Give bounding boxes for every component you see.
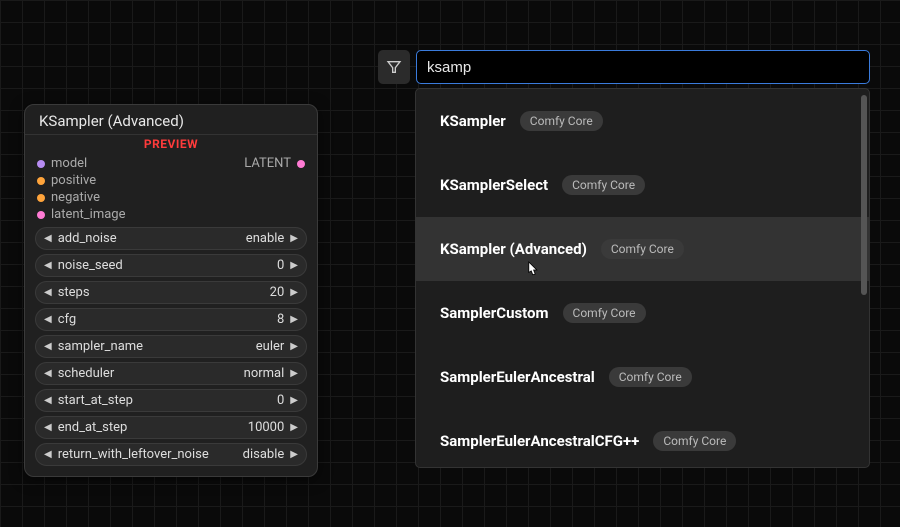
chevron-right-icon[interactable]: ▶ bbox=[290, 395, 298, 406]
chevron-right-icon[interactable]: ▶ bbox=[290, 314, 298, 325]
widget-cfg[interactable]: ◀ cfg 8 ▶ bbox=[35, 308, 307, 331]
search-result-item[interactable]: KSampler (Advanced) Comfy Core bbox=[416, 217, 869, 281]
widget-scheduler[interactable]: ◀ scheduler normal ▶ bbox=[35, 362, 307, 385]
chevron-right-icon[interactable]: ▶ bbox=[290, 260, 298, 271]
search-result-item[interactable]: SamplerEulerAncestral Comfy Core bbox=[416, 345, 869, 409]
chevron-right-icon[interactable]: ▶ bbox=[290, 449, 298, 460]
filter-button[interactable] bbox=[378, 50, 410, 84]
node-preview-badge: PREVIEW bbox=[25, 135, 317, 155]
node-io-row: model LATENT bbox=[25, 155, 317, 172]
widget-steps[interactable]: ◀ steps 20 ▶ bbox=[35, 281, 307, 304]
results-scrollbar[interactable] bbox=[861, 95, 867, 461]
widget-label: add_noise bbox=[58, 231, 117, 246]
input-label: negative bbox=[51, 190, 100, 205]
node-title[interactable]: KSampler (Advanced) bbox=[25, 105, 317, 135]
chevron-left-icon[interactable]: ◀ bbox=[44, 368, 52, 379]
output-label: LATENT bbox=[244, 156, 291, 171]
result-source-tag: Comfy Core bbox=[601, 239, 684, 259]
result-source-tag: Comfy Core bbox=[653, 431, 736, 451]
node-search-panel: KSampler Comfy Core KSamplerSelect Comfy… bbox=[378, 50, 870, 468]
input-port[interactable] bbox=[37, 194, 45, 202]
chevron-left-icon[interactable]: ◀ bbox=[44, 287, 52, 298]
input-port[interactable] bbox=[37, 211, 45, 219]
result-name: KSampler (Advanced) bbox=[440, 240, 587, 258]
result-source-tag: Comfy Core bbox=[563, 303, 646, 323]
chevron-left-icon[interactable]: ◀ bbox=[44, 314, 52, 325]
node-ksampler-advanced[interactable]: KSampler (Advanced) PREVIEW model LATENT… bbox=[24, 104, 318, 477]
input-label: positive bbox=[51, 173, 96, 188]
input-label: latent_image bbox=[51, 207, 126, 222]
chevron-left-icon[interactable]: ◀ bbox=[44, 341, 52, 352]
widget-end-at-step[interactable]: ◀ end_at_step 10000 ▶ bbox=[35, 416, 307, 439]
widget-label: return_with_leftover_noise bbox=[58, 447, 209, 462]
widget-value: 0 bbox=[277, 258, 284, 273]
chevron-left-icon[interactable]: ◀ bbox=[44, 395, 52, 406]
node-io-row: positive bbox=[25, 172, 317, 189]
widget-start-at-step[interactable]: ◀ start_at_step 0 ▶ bbox=[35, 389, 307, 412]
search-input[interactable] bbox=[416, 50, 870, 84]
result-name: SamplerCustom bbox=[440, 304, 549, 322]
widget-value: enable bbox=[246, 231, 285, 246]
widget-label: sampler_name bbox=[58, 339, 143, 354]
widget-return-with-leftover-noise[interactable]: ◀ return_with_leftover_noise disable ▶ bbox=[35, 443, 307, 466]
chevron-left-icon[interactable]: ◀ bbox=[44, 233, 52, 244]
result-source-tag: Comfy Core bbox=[609, 367, 692, 387]
input-port[interactable] bbox=[37, 177, 45, 185]
chevron-left-icon[interactable]: ◀ bbox=[44, 449, 52, 460]
output-port[interactable] bbox=[297, 160, 305, 168]
widget-value: disable bbox=[243, 447, 285, 462]
result-name: SamplerEulerAncestral bbox=[440, 368, 595, 386]
widget-label: scheduler bbox=[58, 366, 115, 381]
widget-label: steps bbox=[58, 285, 90, 300]
widget-sampler-name[interactable]: ◀ sampler_name euler ▶ bbox=[35, 335, 307, 358]
widget-value: 8 bbox=[277, 312, 284, 327]
input-label: model bbox=[51, 156, 87, 171]
chevron-left-icon[interactable]: ◀ bbox=[44, 260, 52, 271]
chevron-right-icon[interactable]: ▶ bbox=[290, 341, 298, 352]
scrollbar-thumb[interactable] bbox=[861, 95, 867, 295]
widget-noise-seed[interactable]: ◀ noise_seed 0 ▶ bbox=[35, 254, 307, 277]
chevron-right-icon[interactable]: ▶ bbox=[290, 422, 298, 433]
widget-label: end_at_step bbox=[58, 420, 128, 435]
result-source-tag: Comfy Core bbox=[562, 175, 645, 195]
chevron-right-icon[interactable]: ▶ bbox=[290, 287, 298, 298]
result-name: KSamplerSelect bbox=[440, 176, 548, 194]
result-name: SamplerEulerAncestralCFG++ bbox=[440, 432, 639, 450]
search-results-list: KSampler Comfy Core KSamplerSelect Comfy… bbox=[415, 88, 870, 468]
widget-label: noise_seed bbox=[58, 258, 123, 273]
search-result-item[interactable]: SamplerCustom Comfy Core bbox=[416, 281, 869, 345]
widget-add-noise[interactable]: ◀ add_noise enable ▶ bbox=[35, 227, 307, 250]
widget-label: start_at_step bbox=[58, 393, 133, 408]
node-io-row: negative bbox=[25, 189, 317, 206]
widget-label: cfg bbox=[58, 312, 76, 327]
search-result-item[interactable]: SamplerEulerAncestralCFG++ Comfy Core bbox=[416, 409, 869, 468]
chevron-left-icon[interactable]: ◀ bbox=[44, 422, 52, 433]
widget-value: 0 bbox=[277, 393, 284, 408]
result-name: KSampler bbox=[440, 112, 506, 130]
node-io-row: latent_image bbox=[25, 206, 317, 223]
chevron-right-icon[interactable]: ▶ bbox=[290, 368, 298, 379]
search-result-item[interactable]: KSampler Comfy Core bbox=[416, 89, 869, 153]
result-source-tag: Comfy Core bbox=[520, 111, 603, 131]
chevron-right-icon[interactable]: ▶ bbox=[290, 233, 298, 244]
widget-value: 10000 bbox=[248, 420, 285, 435]
search-result-item[interactable]: KSamplerSelect Comfy Core bbox=[416, 153, 869, 217]
widget-value: 20 bbox=[270, 285, 285, 300]
widget-value: euler bbox=[256, 339, 285, 354]
filter-icon bbox=[386, 59, 402, 75]
input-port[interactable] bbox=[37, 160, 45, 168]
widget-value: normal bbox=[244, 366, 285, 381]
